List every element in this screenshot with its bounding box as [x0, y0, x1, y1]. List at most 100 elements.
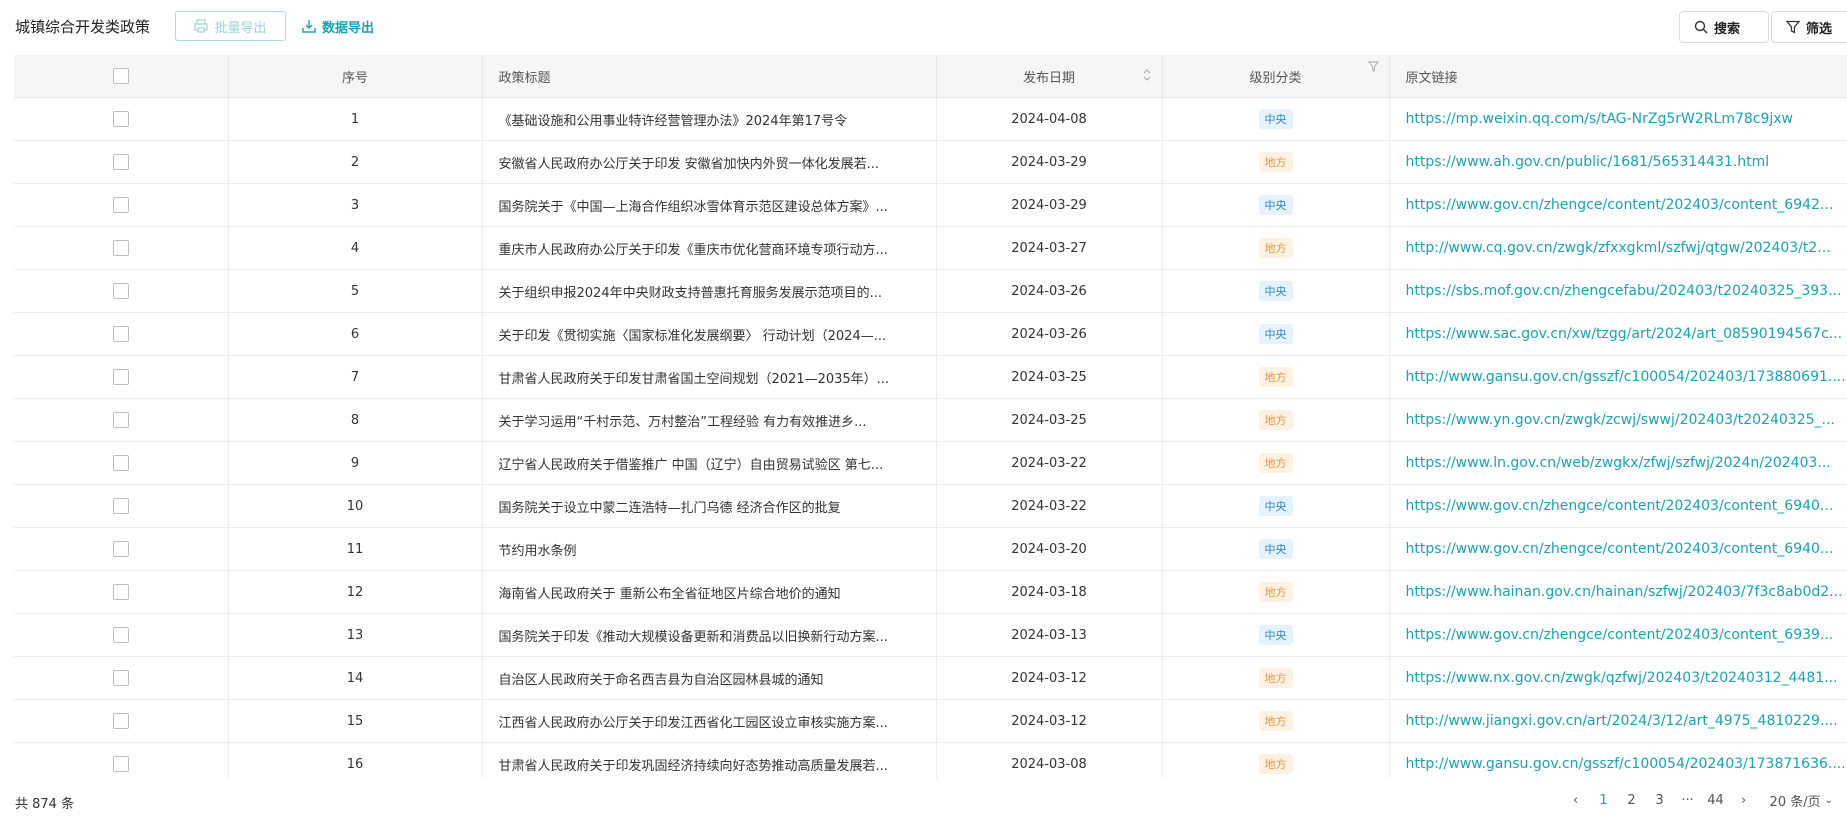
row-checkbox[interactable]: [112, 670, 129, 686]
row-link[interactable]: https://www.gov.cn/zhengce/content/20240…: [1389, 484, 1847, 528]
sort-icon[interactable]: [1142, 67, 1152, 83]
row-link[interactable]: https://www.hainan.gov.cn/hainan/szfwj/2…: [1389, 570, 1847, 614]
table-row[interactable]: 6 关于印发《贯彻实施〈国家标准化发展纲要〉 行动计划（2024—... 202…: [14, 312, 1847, 356]
row-date: 2024-03-26: [936, 312, 1163, 356]
page-ellipsis[interactable]: ···: [1674, 793, 1702, 808]
row-link[interactable]: https://www.gov.cn/zhengce/content/20240…: [1389, 183, 1847, 227]
batch-export-button[interactable]: 批量导出: [175, 11, 286, 41]
row-checkbox[interactable]: [112, 240, 129, 256]
row-title[interactable]: 江西省人民政府办公厅关于印发江西省化工园区设立审核实施方案...: [482, 699, 937, 743]
table-row[interactable]: 1 《基础设施和公用事业特许经营管理办法》2024年第17号令 2024-04-…: [14, 97, 1847, 141]
row-title[interactable]: 甘肃省人民政府关于印发巩固经济持续向好态势推动高质量发展若...: [482, 742, 937, 779]
row-select-cell[interactable]: [14, 140, 229, 184]
row-checkbox[interactable]: [112, 498, 129, 514]
row-checkbox[interactable]: [112, 326, 129, 342]
row-title[interactable]: 辽宁省人民政府关于借鉴推广 中国（辽宁）自由贸易试验区 第七...: [482, 441, 937, 485]
table-row[interactable]: 7 甘肃省人民政府关于印发甘肃省国土空间规划（2021—2035年）... 20…: [14, 355, 1847, 399]
row-select-cell[interactable]: [14, 183, 229, 227]
row-title[interactable]: 海南省人民政府关于 重新公布全省征地区片综合地价的通知: [482, 570, 937, 614]
row-checkbox[interactable]: [112, 541, 129, 557]
row-title[interactable]: 关于印发《贯彻实施〈国家标准化发展纲要〉 行动计划（2024—...: [482, 312, 937, 356]
row-checkbox[interactable]: [112, 412, 129, 428]
row-link[interactable]: https://www.yn.gov.cn/zwgk/zcwj/swwj/202…: [1389, 398, 1847, 442]
row-select-cell[interactable]: [14, 312, 229, 356]
row-link[interactable]: http://www.cq.gov.cn/zwgk/zfxxgkml/szfwj…: [1389, 226, 1847, 270]
column-filter-icon[interactable]: [1367, 61, 1379, 72]
row-select-cell[interactable]: [14, 97, 229, 141]
row-select-cell[interactable]: [14, 484, 229, 528]
row-select-cell[interactable]: [14, 355, 229, 399]
row-title[interactable]: 国务院关于印发《推动大规模设备更新和消费品以旧换新行动方案...: [482, 613, 937, 657]
select-all-cell[interactable]: [14, 55, 229, 98]
row-title[interactable]: 自治区人民政府关于命名西吉县为自治区园林县城的通知: [482, 656, 937, 700]
table-row[interactable]: 12 海南省人民政府关于 重新公布全省征地区片综合地价的通知 2024-03-1…: [14, 570, 1847, 614]
row-checkbox[interactable]: [112, 369, 129, 385]
data-export-button[interactable]: 数据导出: [302, 11, 374, 41]
row-checkbox[interactable]: [112, 756, 129, 772]
col-date[interactable]: 发布日期: [936, 55, 1163, 98]
row-checkbox[interactable]: [112, 154, 129, 170]
row-select-cell[interactable]: [14, 699, 229, 743]
table-row[interactable]: 4 重庆市人民政府办公厅关于印发《重庆市优化营商环境专项行动方... 2024-…: [14, 226, 1847, 270]
page-number[interactable]: 44: [1702, 793, 1730, 808]
prev-page-icon[interactable]: ‹: [1562, 793, 1590, 808]
table-row[interactable]: 5 关于组织申报2024年中央财政支持普惠托育服务发展示范项目的... 2024…: [14, 269, 1847, 313]
page-number[interactable]: 1: [1590, 793, 1618, 808]
table-row[interactable]: 15 江西省人民政府办公厅关于印发江西省化工园区设立审核实施方案... 2024…: [14, 699, 1847, 743]
page-size-select[interactable]: 20 条/页 ⌄: [1770, 791, 1833, 810]
row-title[interactable]: 国务院关于《中国—上海合作组织冰雪体育示范区建设总体方案》...: [482, 183, 937, 227]
select-all-checkbox[interactable]: [112, 68, 129, 84]
row-title[interactable]: 甘肃省人民政府关于印发甘肃省国土空间规划（2021—2035年）...: [482, 355, 937, 399]
row-title[interactable]: 《基础设施和公用事业特许经营管理办法》2024年第17号令: [482, 97, 937, 141]
row-select-cell[interactable]: [14, 570, 229, 614]
table-row[interactable]: 14 自治区人民政府关于命名西吉县为自治区园林县城的通知 2024-03-12 …: [14, 656, 1847, 700]
row-title[interactable]: 重庆市人民政府办公厅关于印发《重庆市优化营商环境专项行动方...: [482, 226, 937, 270]
table-row[interactable]: 8 关于学习运用“千村示范、万村整治”工程经验 有力有效推进乡... 2024-…: [14, 398, 1847, 442]
row-link[interactable]: http://www.gansu.gov.cn/gsszf/c100054/20…: [1389, 355, 1847, 399]
search-button[interactable]: 搜索: [1679, 11, 1769, 43]
table-row[interactable]: 3 国务院关于《中国—上海合作组织冰雪体育示范区建设总体方案》... 2024-…: [14, 183, 1847, 227]
row-title[interactable]: 节约用水条例: [482, 527, 937, 571]
row-select-cell[interactable]: [14, 656, 229, 700]
row-title[interactable]: 安徽省人民政府办公厅关于印发 安徽省加快内外贸一体化发展若...: [482, 140, 937, 184]
row-select-cell[interactable]: [14, 742, 229, 779]
row-select-cell[interactable]: [14, 226, 229, 270]
row-select-cell[interactable]: [14, 269, 229, 313]
row-checkbox[interactable]: [112, 455, 129, 471]
row-link[interactable]: https://www.gov.cn/zhengce/content/20240…: [1389, 613, 1847, 657]
table-row[interactable]: 13 国务院关于印发《推动大规模设备更新和消费品以旧换新行动方案... 2024…: [14, 613, 1847, 657]
row-title[interactable]: 关于学习运用“千村示范、万村整治”工程经验 有力有效推进乡...: [482, 398, 937, 442]
col-level[interactable]: 级别分类: [1162, 55, 1390, 98]
row-title[interactable]: 国务院关于设立中蒙二连浩特—扎门乌德 经济合作区的批复: [482, 484, 937, 528]
row-select-cell[interactable]: [14, 441, 229, 485]
row-link[interactable]: https://www.sac.gov.cn/xw/tzgg/art/2024/…: [1389, 312, 1847, 356]
row-title[interactable]: 关于组织申报2024年中央财政支持普惠托育服务发展示范项目的...: [482, 269, 937, 313]
table-row[interactable]: 16 甘肃省人民政府关于印发巩固经济持续向好态势推动高质量发展若... 2024…: [14, 742, 1847, 779]
row-checkbox[interactable]: [112, 111, 129, 127]
filter-button[interactable]: 筛选: [1771, 11, 1847, 43]
row-checkbox[interactable]: [112, 627, 129, 643]
row-select-cell[interactable]: [14, 613, 229, 657]
row-link[interactable]: http://www.jiangxi.gov.cn/art/2024/3/12/…: [1389, 699, 1847, 743]
row-link[interactable]: https://www.nx.gov.cn/zwgk/qzfwj/202403/…: [1389, 656, 1847, 700]
row-link[interactable]: https://www.ah.gov.cn/public/1681/565314…: [1389, 140, 1847, 184]
row-checkbox[interactable]: [112, 713, 129, 729]
level-tag: 中央: [1258, 195, 1293, 215]
row-link[interactable]: https://mp.weixin.qq.com/s/tAG-NrZg5rW2R…: [1389, 97, 1847, 141]
row-link[interactable]: https://www.gov.cn/zhengce/content/20240…: [1389, 527, 1847, 571]
next-page-icon[interactable]: ›: [1730, 793, 1758, 808]
table-row[interactable]: 9 辽宁省人民政府关于借鉴推广 中国（辽宁）自由贸易试验区 第七... 2024…: [14, 441, 1847, 485]
row-select-cell[interactable]: [14, 527, 229, 571]
page-number[interactable]: 2: [1618, 793, 1646, 808]
table-row[interactable]: 2 安徽省人民政府办公厅关于印发 安徽省加快内外贸一体化发展若... 2024-…: [14, 140, 1847, 184]
row-link[interactable]: http://www.gansu.gov.cn/gsszf/c100054/20…: [1389, 742, 1847, 779]
page-number[interactable]: 3: [1646, 793, 1674, 808]
row-checkbox[interactable]: [112, 283, 129, 299]
table-row[interactable]: 11 节约用水条例 2024-03-20 中央 https://www.gov.…: [14, 527, 1847, 571]
row-link[interactable]: https://sbs.mof.gov.cn/zhengcefabu/20240…: [1389, 269, 1847, 313]
row-link[interactable]: https://www.ln.gov.cn/web/zwgkx/zfwj/szf…: [1389, 441, 1847, 485]
table-row[interactable]: 10 国务院关于设立中蒙二连浩特—扎门乌德 经济合作区的批复 2024-03-2…: [14, 484, 1847, 528]
row-checkbox[interactable]: [112, 584, 129, 600]
row-select-cell[interactable]: [14, 398, 229, 442]
row-checkbox[interactable]: [112, 197, 129, 213]
